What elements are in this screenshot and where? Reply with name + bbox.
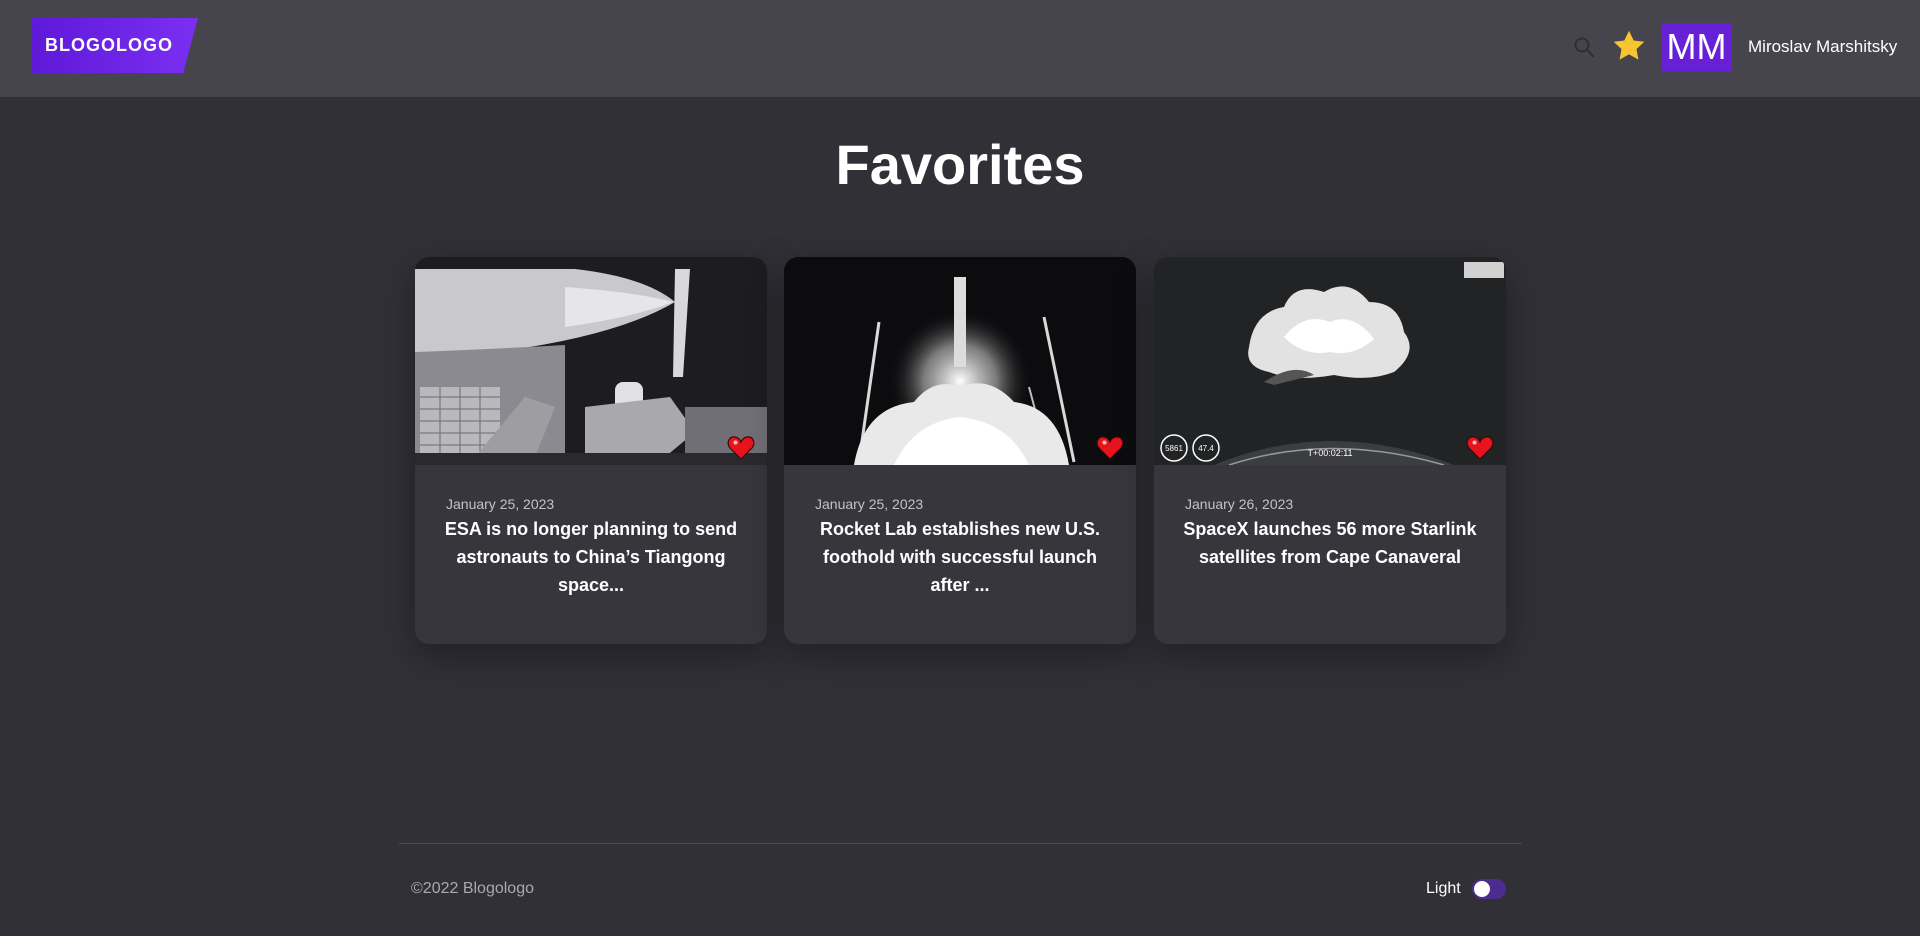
card-date: January 25, 2023 (446, 496, 555, 512)
gauge-speed: 5861 (1165, 444, 1183, 453)
card-image: 5861 47.4 T+00:02:11 (1154, 257, 1506, 465)
heart-icon[interactable] (1096, 435, 1124, 461)
card-title[interactable]: Rocket Lab establishes new U.S. foothold… (808, 515, 1112, 599)
top-navbar: BLOGOLOGO MM Miroslav Marshitsky (0, 0, 1920, 97)
launch-timer: T+00:02:11 (1307, 448, 1352, 458)
star-icon[interactable] (1611, 28, 1647, 64)
heart-icon[interactable] (1466, 435, 1494, 461)
user-name[interactable]: Miroslav Marshitsky (1748, 37, 1897, 57)
favorite-card[interactable]: January 25, 2023 ESA is no longer planni… (415, 257, 767, 644)
card-title[interactable]: ESA is no longer planning to send astron… (439, 515, 743, 599)
theme-label: Light (1426, 880, 1461, 897)
copyright: ©2022 Blogologo (411, 880, 534, 897)
theme-toggle[interactable] (1472, 879, 1506, 899)
page-title: Favorites (835, 133, 1085, 196)
favorite-card[interactable]: January 25, 2023 Rocket Lab establishes … (784, 257, 1136, 644)
search-icon[interactable] (1573, 36, 1595, 58)
gauge-altitude: 47.4 (1198, 444, 1214, 453)
card-image (415, 257, 767, 465)
card-date: January 26, 2023 (1185, 496, 1294, 512)
logo[interactable]: BLOGOLOGO (32, 18, 198, 73)
toggle-knob (1474, 881, 1490, 897)
card-image (784, 257, 1136, 465)
avatar[interactable]: MM (1661, 23, 1732, 71)
card-title[interactable]: SpaceX launches 56 more Starlink satelli… (1178, 515, 1482, 571)
favorite-card[interactable]: 5861 47.4 T+00:02:11 January 26, 2023 Sp… (1154, 257, 1506, 644)
card-date: January 25, 2023 (815, 496, 924, 512)
footer-divider (399, 843, 1522, 844)
heart-icon[interactable] (727, 435, 755, 461)
